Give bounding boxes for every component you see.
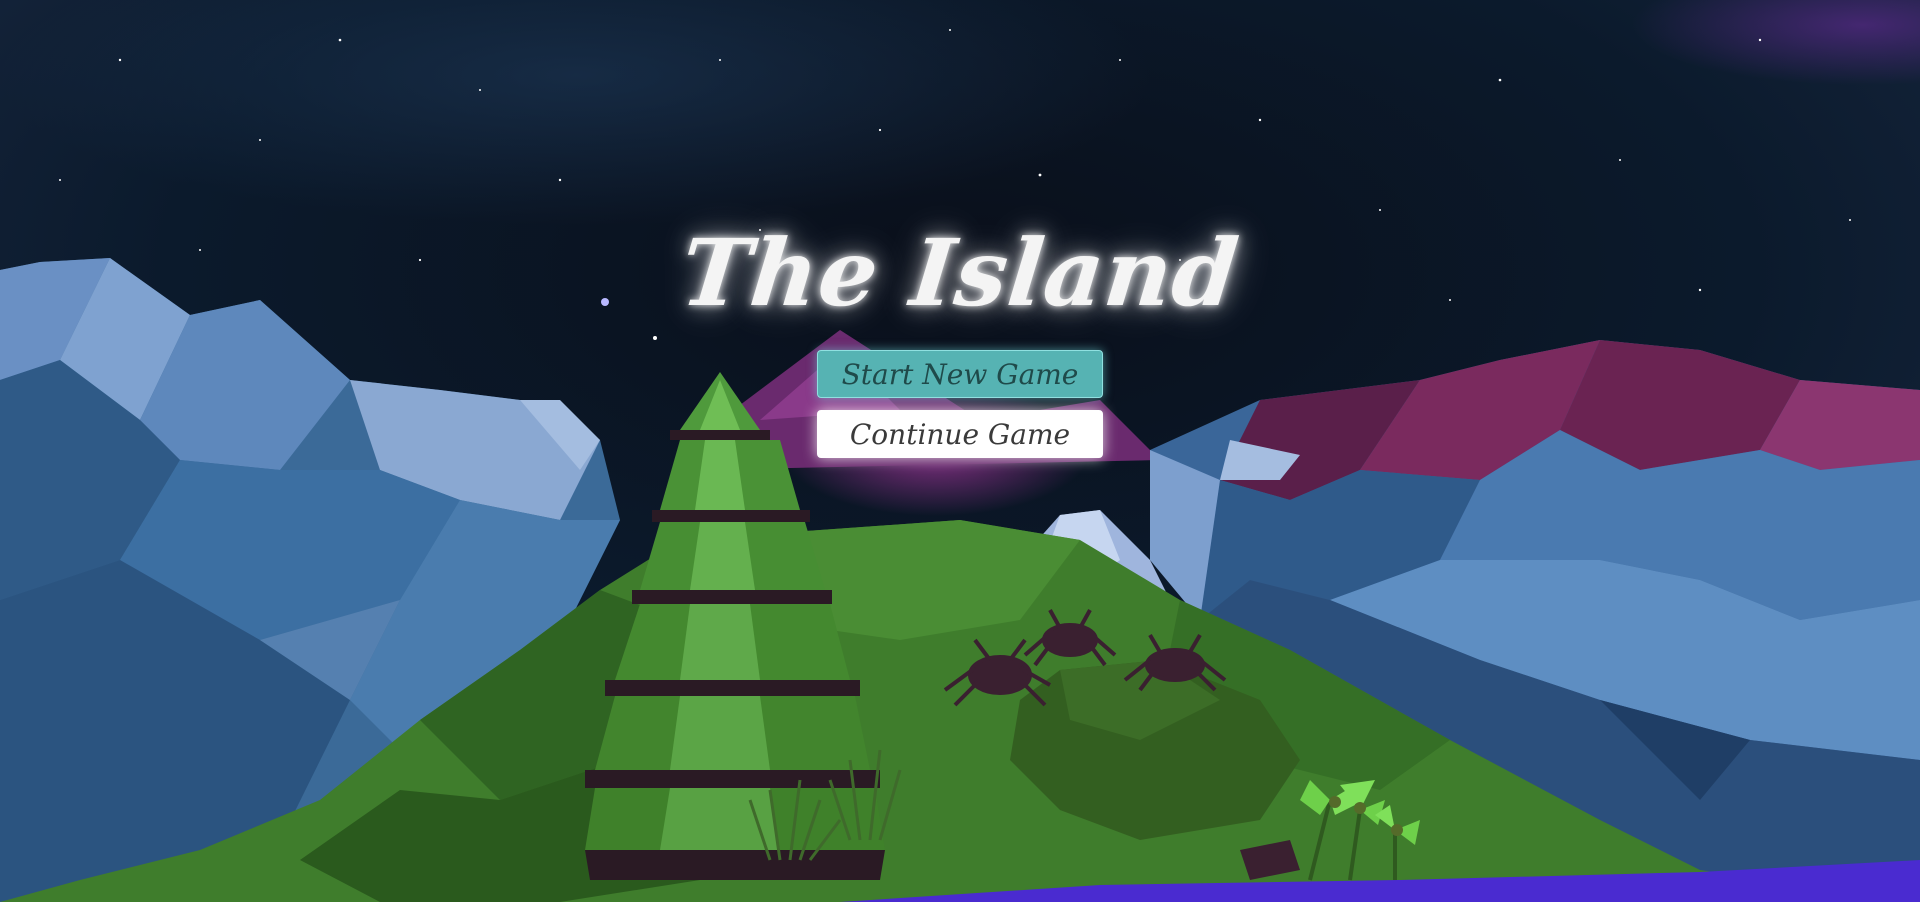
continue-game-button[interactable]: Continue Game [817,410,1103,458]
game-title: The Island [676,219,1244,327]
start-new-game-button[interactable]: Start New Game [817,350,1103,398]
game-scene: The Island Start New Game Continue Game [0,0,1920,902]
main-menu: The Island Start New Game Continue Game [0,0,1920,902]
